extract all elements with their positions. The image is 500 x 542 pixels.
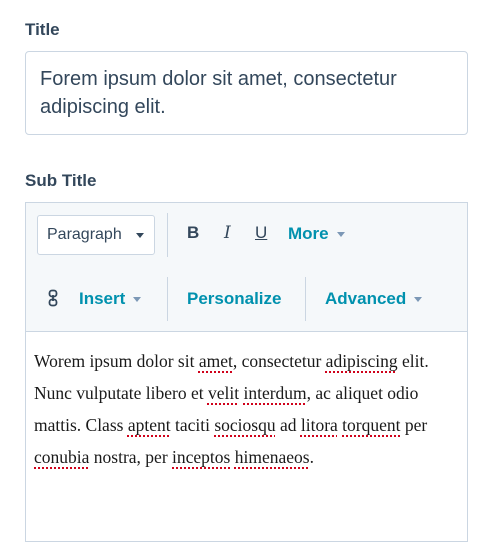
chevron-down-icon <box>336 232 345 238</box>
toolbar-row-formatting: Paragraph B I U More <box>26 203 467 265</box>
misspelled-word: conubia <box>34 447 90 467</box>
insert-dropdown[interactable]: Insert <box>79 289 142 309</box>
misspelled-word: inceptos <box>172 447 231 467</box>
underline-button[interactable]: U <box>255 223 267 243</box>
text-segment: . <box>309 447 314 467</box>
text-segment: per <box>400 415 428 435</box>
link-icon[interactable] <box>48 289 58 312</box>
advanced-dropdown[interactable]: Advanced <box>325 289 423 309</box>
toolbar-row-insert: Insert Personalize Advanced <box>26 267 467 329</box>
misspelled-word: torquent <box>342 415 401 435</box>
misspelled-word: amet <box>198 351 233 371</box>
personalize-button[interactable]: Personalize <box>187 289 282 309</box>
misspelled-word: sociosqu <box>214 415 276 435</box>
misspelled-word: interdum <box>243 383 307 403</box>
misspelled-word: himenaeos <box>234 447 310 467</box>
toolbar-divider <box>167 213 168 257</box>
chevron-down-icon <box>414 297 423 303</box>
title-label: Title <box>25 20 60 39</box>
text-segment: nostra, per <box>89 447 173 467</box>
text-segment: Worem ipsum dolor sit <box>34 351 199 371</box>
paragraph-style-value: Paragraph <box>47 226 122 243</box>
chevron-down-icon <box>133 297 142 303</box>
bold-button[interactable]: B <box>187 223 199 243</box>
misspelled-word: litora <box>300 415 338 435</box>
italic-button[interactable]: I <box>224 223 231 243</box>
insert-label: Insert <box>79 289 126 308</box>
text-segment: taciti <box>170 415 215 435</box>
toolbar-divider <box>305 277 306 321</box>
misspelled-word: adipiscing <box>325 351 398 371</box>
rich-text-editor: Paragraph B I U More Insert Personalize … <box>25 202 468 542</box>
toolbar-divider <box>167 277 168 321</box>
subtitle-label: Sub Title <box>25 171 97 190</box>
advanced-label: Advanced <box>325 289 407 308</box>
more-label: More <box>288 224 329 243</box>
chevron-down-icon <box>136 233 144 238</box>
paragraph-style-select[interactable]: Paragraph <box>37 215 155 255</box>
misspelled-word: velit <box>207 383 240 403</box>
editor-content[interactable]: Worem ipsum dolor sit amet, consectetur … <box>34 345 457 473</box>
text-segment: , consectetur <box>232 351 326 371</box>
misspelled-word: aptent <box>127 415 171 435</box>
title-input[interactable]: Forem ipsum dolor sit amet, consectetur … <box>25 51 468 135</box>
text-segment: ad <box>275 415 301 435</box>
more-dropdown[interactable]: More <box>288 224 345 244</box>
editor-toolbar: Paragraph B I U More Insert Personalize … <box>26 203 467 332</box>
